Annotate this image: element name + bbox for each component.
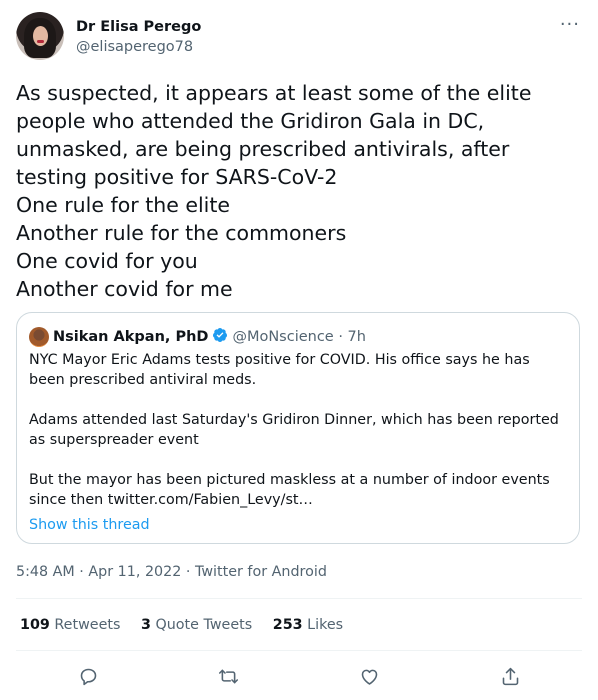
quote-tweets-stat[interactable]: 3 Quote Tweets	[141, 617, 252, 633]
retweets-stat[interactable]: 109 Retweets	[20, 617, 120, 633]
retweet-icon	[218, 669, 238, 683]
likes-label: Likes	[307, 617, 344, 633]
tweet-timestamp[interactable]: 5:48 AM · Apr 11, 2022 · Twitter for And…	[16, 562, 327, 582]
retweets-count: 109	[20, 617, 50, 633]
quote-tweets-count: 3	[140, 617, 151, 633]
likes-count: 253	[272, 617, 303, 633]
quoted-tweet[interactable]: Nsikan Akpan, PhD @MoNscience · 7h NYC Ma…	[16, 312, 580, 544]
tweet-text: As suspected, it appears at least some o…	[16, 81, 532, 301]
verified-badge-icon	[213, 328, 228, 342]
author-avatar[interactable]	[16, 12, 64, 60]
retweet-button[interactable]	[212, 660, 244, 692]
tweet-header: Dr Elisa Perego @elisaperego78 ···	[16, 12, 582, 62]
quoted-tweet-text: NYC Mayor Eric Adams tests positive for …	[29, 352, 559, 508]
share-icon	[502, 667, 518, 685]
like-button[interactable]	[353, 660, 385, 692]
divider	[16, 650, 582, 651]
quoted-tweet-header: Nsikan Akpan, PhD @MoNscience · 7h	[29, 327, 366, 347]
like-icon	[361, 669, 377, 685]
quoted-author-name: Nsikan Akpan, PhD	[53, 329, 209, 345]
author-handle[interactable]: @elisaperego78	[76, 37, 201, 57]
tweet-stats: 109 Retweets 3 Quote Tweets 253 Likes	[20, 614, 359, 636]
quoted-author-handle-time: @MoNscience · 7h	[232, 329, 366, 345]
divider	[16, 598, 582, 599]
quoted-author-avatar	[29, 327, 49, 347]
retweets-label: Retweets	[54, 617, 121, 633]
likes-stat[interactable]: 253 Likes	[273, 617, 343, 633]
tweet-actions	[16, 660, 582, 692]
more-icon[interactable]: ···	[560, 16, 580, 34]
share-button[interactable]	[494, 660, 526, 692]
author-display-name[interactable]: Dr Elisa Perego	[76, 17, 201, 37]
reply-icon	[80, 668, 96, 685]
author-names: Dr Elisa Perego @elisaperego78	[76, 17, 201, 57]
reply-button[interactable]	[72, 660, 104, 692]
quote-tweets-label: Quote Tweets	[155, 617, 253, 633]
show-thread-link[interactable]: Show this thread	[29, 515, 150, 535]
